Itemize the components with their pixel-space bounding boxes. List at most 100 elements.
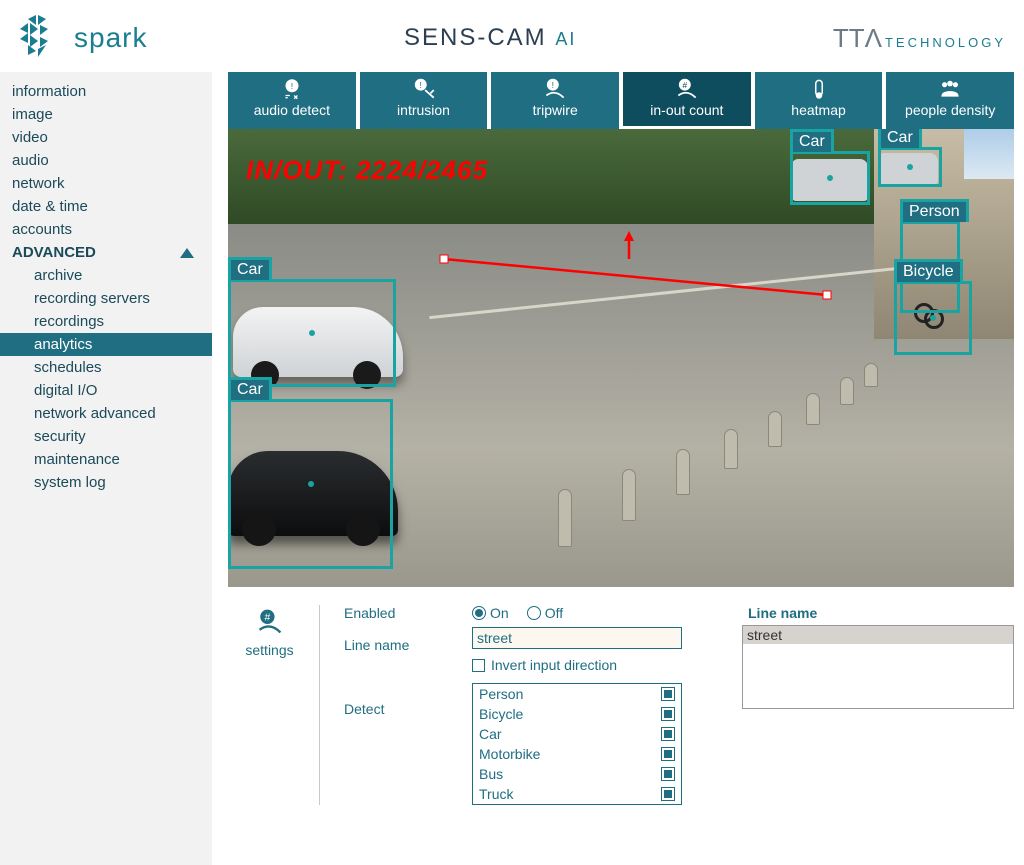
scene-bollard bbox=[558, 489, 572, 547]
settings-form: Enabled Line name Detect On Off bbox=[320, 605, 682, 805]
detect-option-label: Truck bbox=[479, 786, 513, 802]
sidebar-item-recordings[interactable]: recordings bbox=[0, 310, 212, 333]
detection-box-bicycle: Bicycle bbox=[894, 281, 972, 355]
sidebar-item-image[interactable]: image bbox=[0, 103, 212, 126]
scene-bollard bbox=[840, 377, 854, 405]
line-name-input[interactable] bbox=[472, 627, 682, 649]
radio-icon bbox=[472, 606, 486, 620]
tab-audio-detect[interactable]: ! audio detect bbox=[228, 72, 356, 129]
inout-count-icon: # bbox=[674, 78, 700, 100]
in-out-counter: IN/OUT: 2224/2465 bbox=[246, 155, 488, 186]
page-title: SENS-CAM AI bbox=[404, 24, 576, 52]
title-suffix: AI bbox=[555, 29, 576, 49]
label-line-name: Line name bbox=[344, 637, 454, 661]
svg-text:!: ! bbox=[552, 80, 554, 90]
scene-background bbox=[429, 262, 946, 319]
scene-bollard bbox=[622, 469, 636, 521]
sidebar-item-digital-io[interactable]: digital I/O bbox=[0, 379, 212, 402]
sidebar-item-schedules[interactable]: schedules bbox=[0, 356, 212, 379]
intrusion-icon: ! bbox=[411, 78, 437, 100]
tab-label: heatmap bbox=[791, 102, 845, 118]
detect-option-car[interactable]: Car bbox=[473, 724, 681, 744]
svg-text:#: # bbox=[682, 80, 687, 90]
checkbox-label: Invert input direction bbox=[491, 657, 617, 673]
detection-label: Bicycle bbox=[894, 259, 963, 282]
scene-bollard bbox=[768, 411, 782, 447]
detect-option-label: Person bbox=[479, 686, 523, 702]
detect-option-truck[interactable]: Truck bbox=[473, 784, 681, 804]
label-enabled: Enabled bbox=[344, 605, 454, 629]
detect-option-motorbike[interactable]: Motorbike bbox=[473, 744, 681, 764]
tab-intrusion[interactable]: ! intrusion bbox=[360, 72, 488, 129]
detect-option-label: Motorbike bbox=[479, 746, 540, 762]
settings-icon: # bbox=[253, 609, 287, 635]
radio-label: Off bbox=[545, 605, 563, 621]
sidebar-item-video[interactable]: video bbox=[0, 126, 212, 149]
detect-option-bicycle[interactable]: Bicycle bbox=[473, 704, 681, 724]
tab-heatmap[interactable]: heatmap bbox=[755, 72, 883, 129]
line-listbox[interactable]: street bbox=[742, 625, 1014, 709]
vendor-mark: TTΛ bbox=[833, 23, 882, 54]
main-content: ! audio detect ! intrusion ! tripwire # … bbox=[212, 72, 1024, 865]
tripwire-icon: ! bbox=[542, 78, 568, 100]
detection-label: Car bbox=[790, 129, 834, 152]
checkbox-icon bbox=[661, 707, 675, 721]
sidebar-item-network-advanced[interactable]: network advanced bbox=[0, 402, 212, 425]
scene-bollard bbox=[864, 363, 878, 387]
tab-in-out-count[interactable]: # in-out count bbox=[623, 72, 751, 129]
sidebar-item-advanced[interactable]: ADVANCED bbox=[0, 241, 212, 264]
radio-off[interactable]: Off bbox=[527, 605, 563, 621]
scene-bollard bbox=[806, 393, 820, 425]
detect-option-label: Bus bbox=[479, 766, 503, 782]
tab-label: audio detect bbox=[254, 102, 330, 118]
sidebar-item-maintenance[interactable]: maintenance bbox=[0, 448, 212, 471]
detection-box-car: Car bbox=[878, 147, 942, 187]
sidebar-item-label: ADVANCED bbox=[12, 244, 96, 261]
checkbox-icon bbox=[661, 687, 675, 701]
settings-panel: # settings Enabled Line name Detect bbox=[228, 605, 1014, 805]
detect-option-bus[interactable]: Bus bbox=[473, 764, 681, 784]
detection-label: Person bbox=[900, 199, 969, 222]
detection-box-car: Car bbox=[228, 279, 396, 387]
tab-people-density[interactable]: people density bbox=[886, 72, 1014, 129]
detection-label: Car bbox=[228, 257, 272, 280]
checkbox-icon bbox=[661, 787, 675, 801]
sidebar-item-archive[interactable]: archive bbox=[0, 264, 212, 287]
sidebar-item-network[interactable]: network bbox=[0, 172, 212, 195]
sidebar-item-datetime[interactable]: date & time bbox=[0, 195, 212, 218]
sidebar-item-security[interactable]: security bbox=[0, 425, 212, 448]
video-preview[interactable]: Car Car Car Car Person Bicycle bbox=[228, 129, 1014, 587]
vendor-logo: TTΛ TECHNOLOGY bbox=[833, 23, 1006, 54]
brand-logo: spark bbox=[18, 15, 147, 61]
detect-option-person[interactable]: Person bbox=[473, 684, 681, 704]
sidebar-item-recording-servers[interactable]: recording servers bbox=[0, 287, 212, 310]
caret-up-icon bbox=[180, 248, 194, 258]
app-header: spark SENS-CAM AI TTΛ TECHNOLOGY bbox=[0, 0, 1024, 72]
settings-heading: # settings bbox=[228, 605, 320, 805]
line-list-item[interactable]: street bbox=[743, 626, 1013, 644]
scene-bollard bbox=[676, 449, 690, 495]
svg-text:!: ! bbox=[291, 81, 293, 91]
radio-on[interactable]: On bbox=[472, 605, 509, 621]
sidebar-item-information[interactable]: information bbox=[0, 80, 212, 103]
detection-label: Car bbox=[878, 129, 922, 148]
enabled-radio-group: On Off bbox=[472, 605, 682, 621]
invert-direction-checkbox[interactable]: Invert input direction bbox=[472, 657, 682, 673]
radio-label: On bbox=[490, 605, 509, 621]
scene-background bbox=[964, 129, 1014, 179]
sidebar-item-system-log[interactable]: system log bbox=[0, 471, 212, 494]
tab-tripwire[interactable]: ! tripwire bbox=[491, 72, 619, 129]
analytics-tabs: ! audio detect ! intrusion ! tripwire # … bbox=[228, 72, 1014, 129]
checkbox-icon bbox=[661, 747, 675, 761]
brand-name: spark bbox=[74, 22, 147, 54]
sidebar-item-accounts[interactable]: accounts bbox=[0, 218, 212, 241]
brand-mark-icon bbox=[18, 15, 64, 61]
vendor-word: TECHNOLOGY bbox=[885, 35, 1006, 50]
tab-label: in-out count bbox=[650, 102, 723, 118]
sidebar-item-audio[interactable]: audio bbox=[0, 149, 212, 172]
sidebar-item-analytics[interactable]: analytics bbox=[0, 333, 212, 356]
detection-box-car: Car bbox=[790, 151, 870, 205]
scene-bollard bbox=[724, 429, 738, 469]
checkbox-icon bbox=[472, 659, 485, 672]
title-main: SENS-CAM bbox=[404, 24, 547, 51]
